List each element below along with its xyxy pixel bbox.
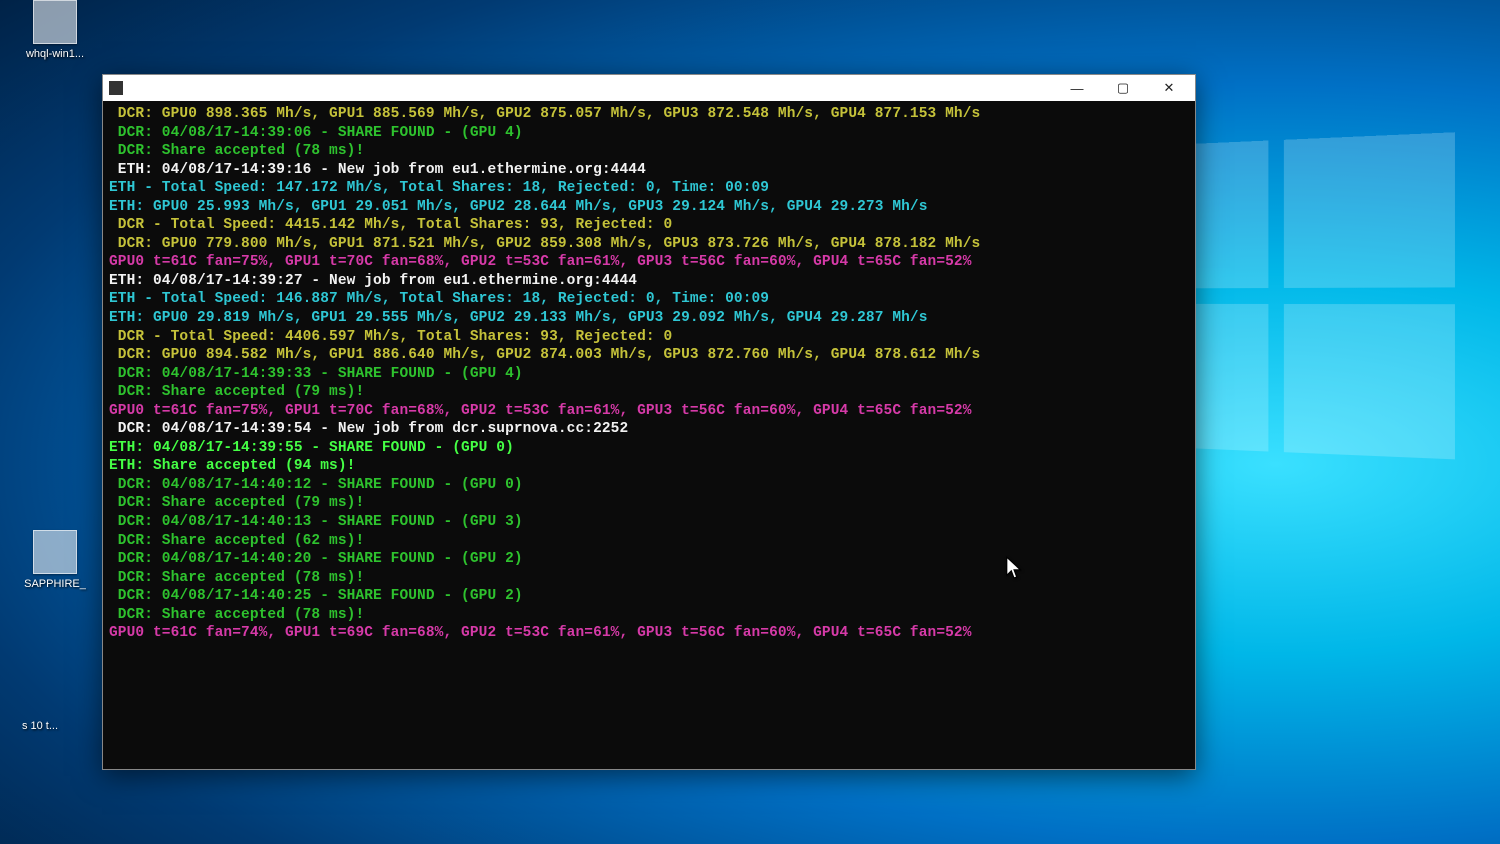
close-button[interactable]: ✕	[1149, 77, 1189, 99]
desktop-icon[interactable]: SAPPHIRE_	[15, 530, 95, 590]
console-line: DCR: Share accepted (78 ms)!	[109, 142, 1189, 161]
app-icon	[109, 81, 123, 95]
console-line: DCR: Share accepted (79 ms)!	[109, 383, 1189, 402]
console-line: DCR: 04/08/17-14:40:12 - SHARE FOUND - (…	[109, 476, 1189, 495]
file-icon	[33, 530, 77, 574]
console-window[interactable]: — ▢ ✕ DCR: GPU0 898.365 Mh/s, GPU1 885.5…	[102, 74, 1196, 770]
desktop-icon-label: SAPPHIRE_	[15, 578, 95, 590]
console-line: GPU0 t=61C fan=75%, GPU1 t=70C fan=68%, …	[109, 402, 1189, 421]
console-line: DCR: 04/08/17-14:40:13 - SHARE FOUND - (…	[109, 513, 1189, 532]
file-icon	[33, 0, 77, 44]
console-line: DCR: 04/08/17-14:40:20 - SHARE FOUND - (…	[109, 550, 1189, 569]
console-line: DCR: Share accepted (62 ms)!	[109, 532, 1189, 551]
desktop-icon[interactable]: s 10 t...	[0, 720, 80, 732]
desktop-icon[interactable]: whql-win1...	[15, 0, 95, 60]
console-output[interactable]: DCR: GPU0 898.365 Mh/s, GPU1 885.569 Mh/…	[103, 101, 1195, 769]
console-line: ETH - Total Speed: 147.172 Mh/s, Total S…	[109, 179, 1189, 198]
console-line: DCR - Total Speed: 4406.597 Mh/s, Total …	[109, 328, 1189, 347]
console-line: GPU0 t=61C fan=74%, GPU1 t=69C fan=68%, …	[109, 624, 1189, 643]
console-line: DCR: 04/08/17-14:40:25 - SHARE FOUND - (…	[109, 587, 1189, 606]
console-line: ETH: GPU0 29.819 Mh/s, GPU1 29.555 Mh/s,…	[109, 309, 1189, 328]
console-line: DCR: 04/08/17-14:39:33 - SHARE FOUND - (…	[109, 365, 1189, 384]
minimize-button[interactable]: —	[1057, 77, 1097, 99]
console-line: DCR: Share accepted (79 ms)!	[109, 494, 1189, 513]
console-line: DCR - Total Speed: 4415.142 Mh/s, Total …	[109, 216, 1189, 235]
desktop: whql-win1... SAPPHIRE_ s 10 t... — ▢ ✕ D…	[0, 0, 1500, 844]
console-line: DCR: Share accepted (78 ms)!	[109, 606, 1189, 625]
console-line: DCR: GPU0 779.800 Mh/s, GPU1 871.521 Mh/…	[109, 235, 1189, 254]
console-line: DCR: 04/08/17-14:39:06 - SHARE FOUND - (…	[109, 124, 1189, 143]
console-line: ETH - Total Speed: 146.887 Mh/s, Total S…	[109, 290, 1189, 309]
console-line: ETH: 04/08/17-14:39:16 - New job from eu…	[109, 161, 1189, 180]
console-line: DCR: GPU0 894.582 Mh/s, GPU1 886.640 Mh/…	[109, 346, 1189, 365]
console-line: ETH: 04/08/17-14:39:55 - SHARE FOUND - (…	[109, 439, 1189, 458]
maximize-button[interactable]: ▢	[1103, 77, 1143, 99]
console-line: ETH: 04/08/17-14:39:27 - New job from eu…	[109, 272, 1189, 291]
console-line: DCR: GPU0 898.365 Mh/s, GPU1 885.569 Mh/…	[109, 105, 1189, 124]
console-line: GPU0 t=61C fan=75%, GPU1 t=70C fan=68%, …	[109, 253, 1189, 272]
console-line: ETH: Share accepted (94 ms)!	[109, 457, 1189, 476]
console-line: ETH: GPU0 25.993 Mh/s, GPU1 29.051 Mh/s,…	[109, 198, 1189, 217]
desktop-icon-label: s 10 t...	[0, 720, 80, 732]
window-titlebar[interactable]: — ▢ ✕	[103, 75, 1195, 101]
console-line: DCR: 04/08/17-14:39:54 - New job from dc…	[109, 420, 1189, 439]
desktop-icon-label: whql-win1...	[15, 48, 95, 60]
console-line: DCR: Share accepted (78 ms)!	[109, 569, 1189, 588]
